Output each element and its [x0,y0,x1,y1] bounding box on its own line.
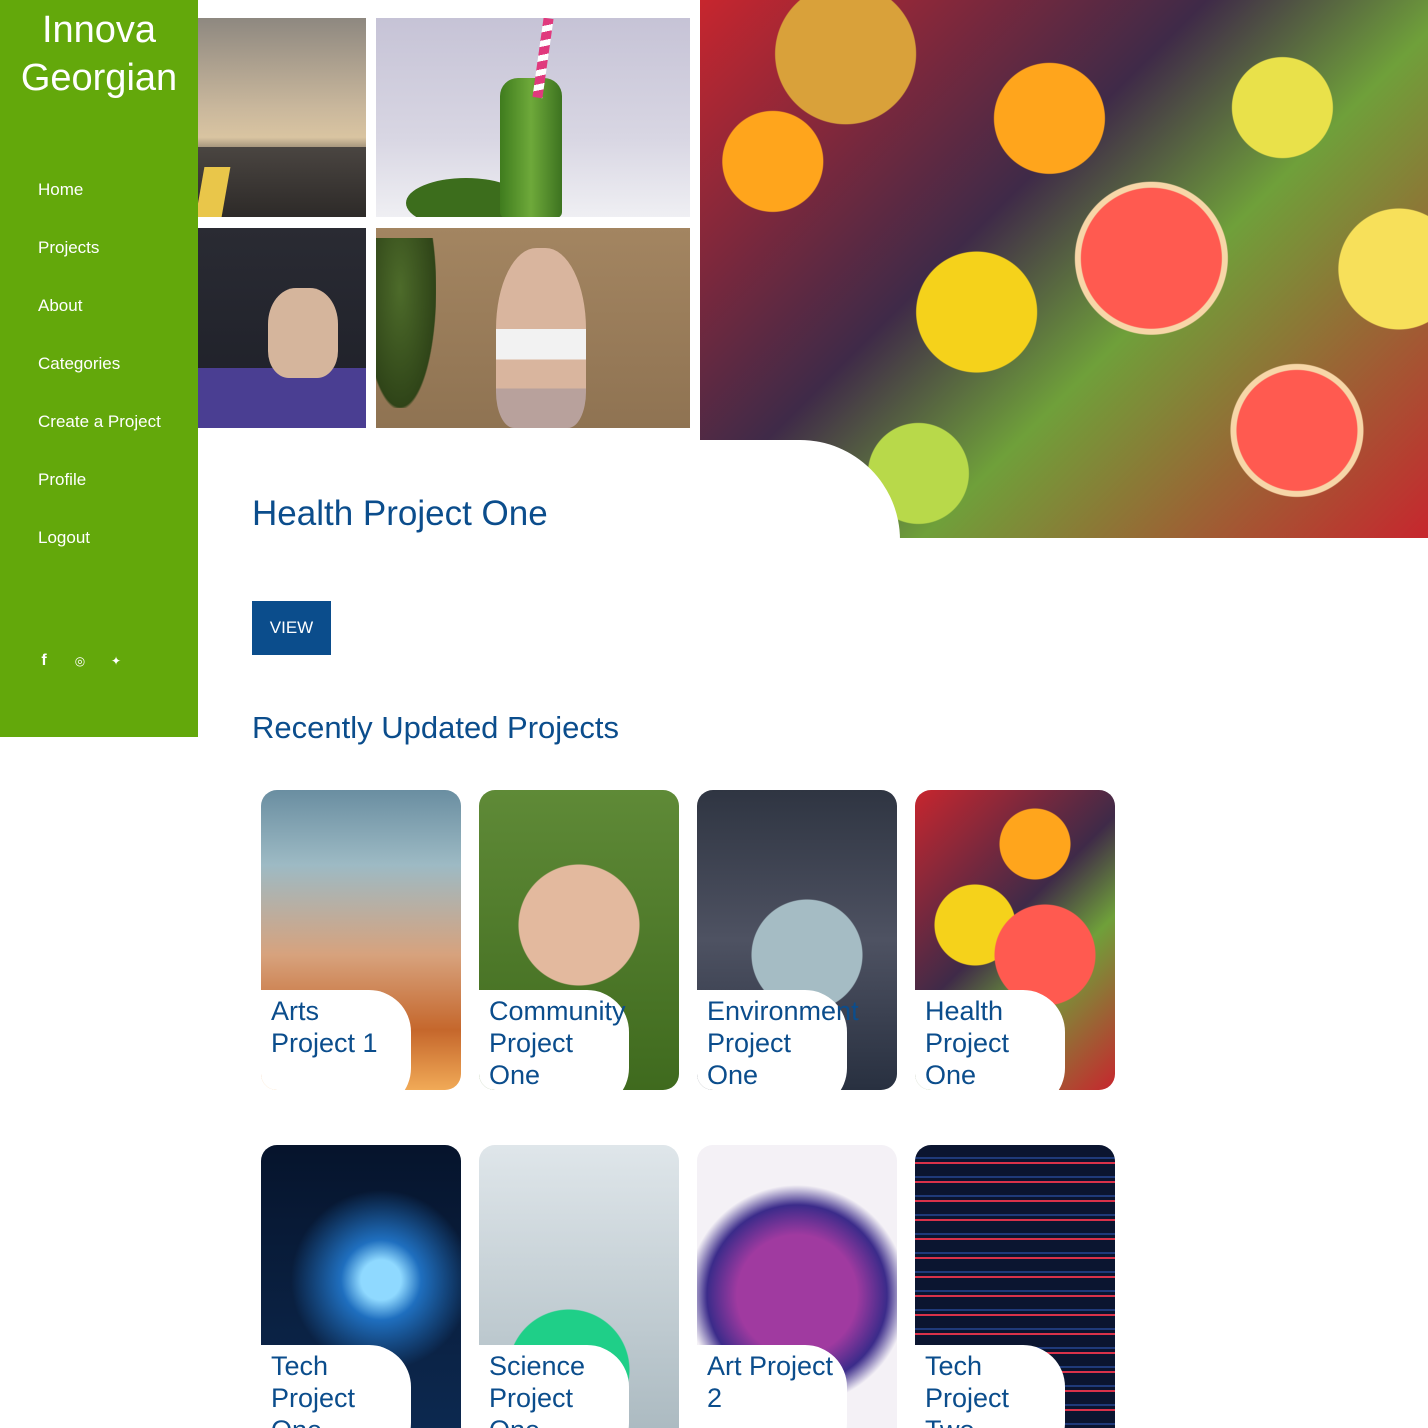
project-card-science-1[interactable]: Science Project One [479,1145,679,1428]
nav-item-about[interactable]: About [38,286,161,344]
main-nav: Home Projects About Categories Create a … [38,170,161,576]
project-card-health-1[interactable]: Health Project One [915,790,1115,1090]
nav-item-home[interactable]: Home [38,170,161,228]
view-button[interactable]: VIEW [252,601,331,655]
sidebar: Innova Georgian Home Projects About Cate… [0,0,198,737]
card-title: Tech Project Two [925,1351,1010,1428]
project-card-tech-2[interactable]: Tech Project Two [915,1145,1115,1428]
card-title: Arts Project 1 [271,996,378,1058]
twitter-icon[interactable]: ✦ [108,654,124,668]
project-card-environment-1[interactable]: Environment Project One [697,790,897,1090]
card-title: Health Project One [925,996,1010,1090]
featured-project-title: Health Project One [252,494,548,533]
road-image [198,18,366,217]
smoothie-image [376,18,690,217]
facebook-icon[interactable]: f [36,652,52,670]
nav-item-categories[interactable]: Categories [38,344,161,402]
project-card-tech-1[interactable]: Tech Project One [261,1145,461,1428]
nav-item-projects[interactable]: Projects [38,228,161,286]
card-title: Art Project 2 [707,1351,834,1413]
project-card-arts-1[interactable]: Arts Project 1 [261,790,461,1090]
social-links: f ◎ ✦ [36,652,124,670]
card-title: Science Project One [489,1351,586,1428]
workout-image [198,228,366,428]
project-card-community-1[interactable]: Community Project One [479,790,679,1090]
brand-logo[interactable]: Innova Georgian [0,6,198,102]
card-title: Environment Project One [707,996,859,1090]
nav-item-create-project[interactable]: Create a Project [38,402,161,460]
card-title: Tech Project One [271,1351,356,1428]
nav-item-profile[interactable]: Profile [38,460,161,518]
card-title: Community Project One [489,996,626,1090]
project-card-art-2[interactable]: Art Project 2 [697,1145,897,1428]
instagram-icon[interactable]: ◎ [72,654,88,668]
nav-item-logout[interactable]: Logout [38,518,161,576]
yoga-image [376,228,690,428]
recent-projects-heading: Recently Updated Projects [252,710,620,745]
